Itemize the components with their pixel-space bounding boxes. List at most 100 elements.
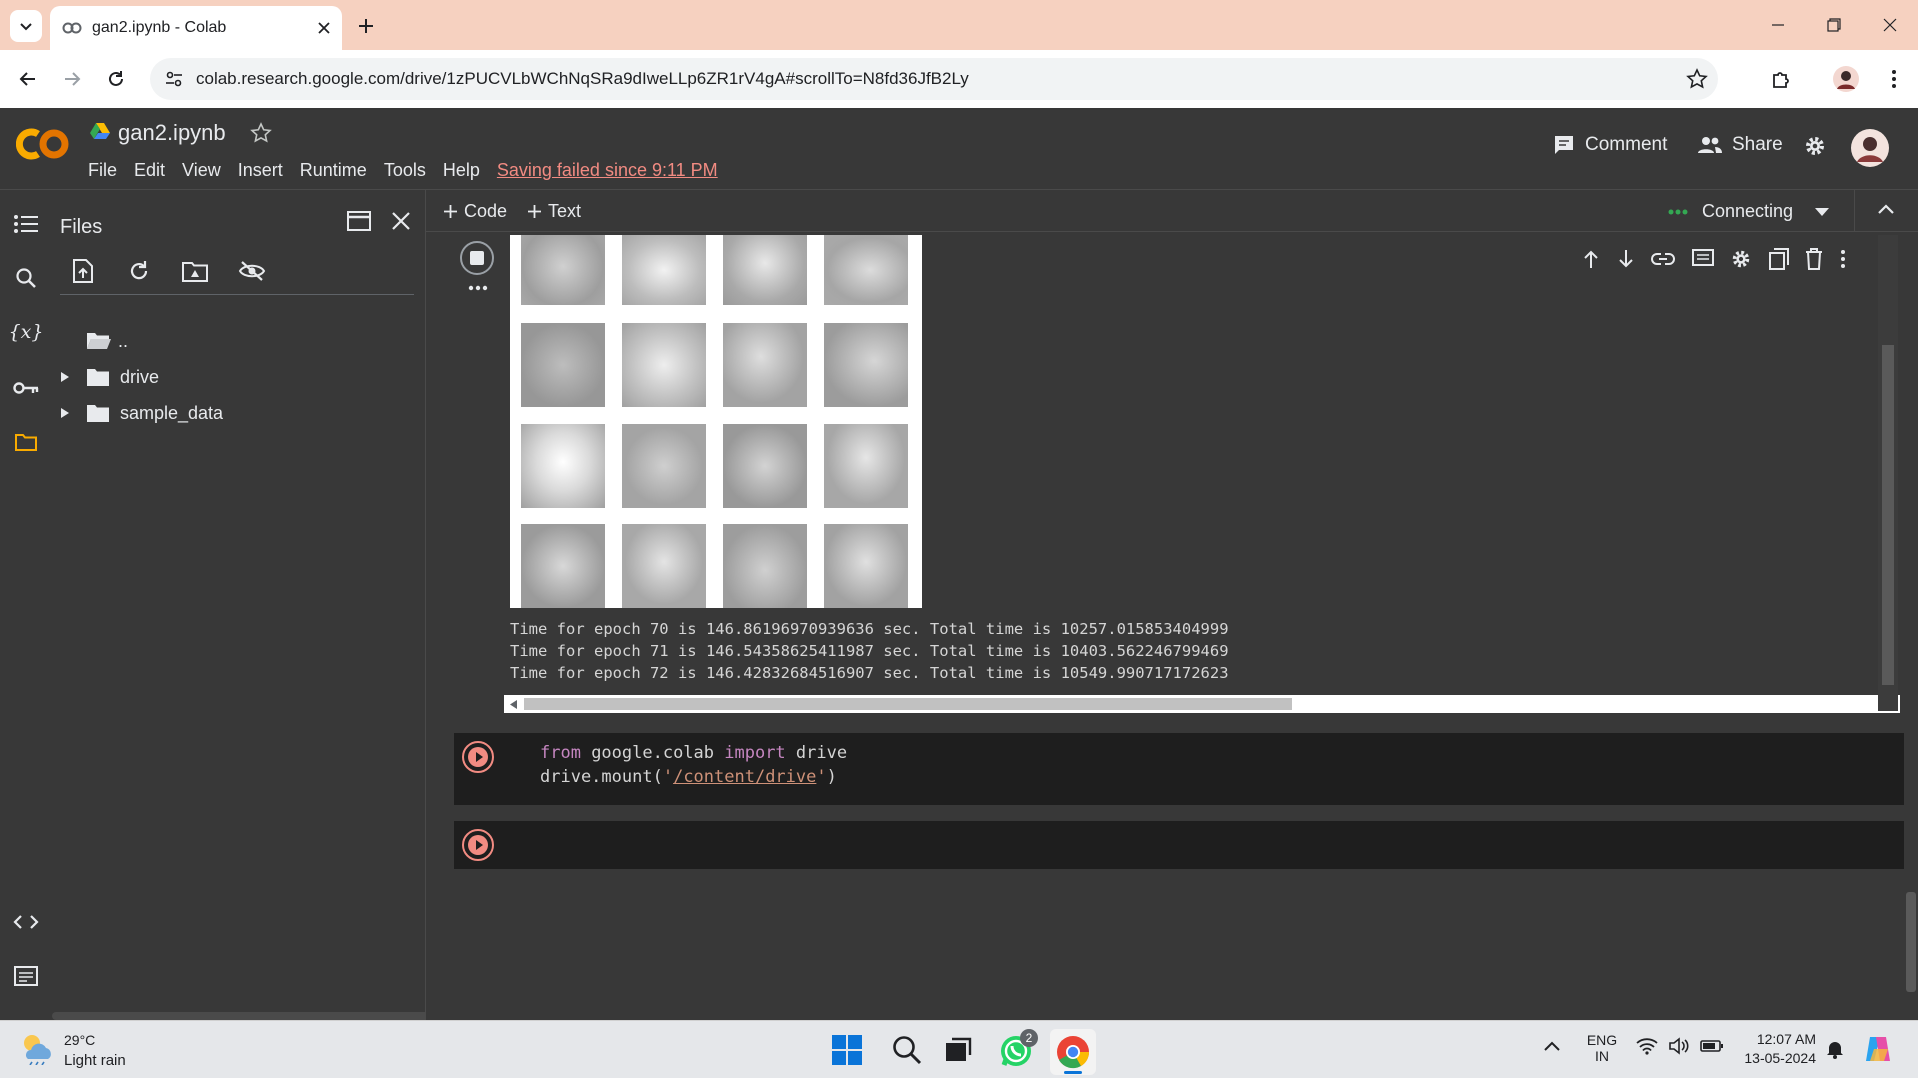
secrets-button[interactable] [10, 372, 42, 404]
open-in-tab-button[interactable] [346, 210, 372, 232]
gear-icon[interactable] [1730, 248, 1752, 270]
star-notebook-icon[interactable] [250, 122, 272, 144]
table-of-contents-button[interactable] [10, 208, 42, 240]
empty-code-cell[interactable] [454, 821, 1904, 869]
output-actions-button[interactable] [468, 285, 488, 291]
clock-time: 12:07 AM [1756, 1031, 1816, 1047]
find-button[interactable] [10, 262, 42, 294]
page-scroll-thumb[interactable] [1906, 892, 1916, 992]
notifications-button[interactable] [1826, 1039, 1844, 1059]
scroll-thumb[interactable] [1882, 345, 1894, 685]
settings-button[interactable] [1803, 134, 1827, 158]
run-cell-button[interactable] [462, 829, 494, 861]
move-up-icon[interactable] [1582, 249, 1600, 269]
taskbar-search-button[interactable] [892, 1035, 922, 1065]
arrow-left-icon [19, 72, 35, 86]
add-code-cell-button[interactable]: Code [444, 201, 507, 222]
code-path-string[interactable]: /content/drive [673, 767, 816, 787]
mount-drive-button[interactable] [182, 260, 208, 282]
menu-edit[interactable]: Edit [134, 160, 165, 181]
whatsapp-app[interactable]: 2 [998, 1029, 1038, 1069]
user-avatar[interactable] [1850, 128, 1890, 168]
copilot-button[interactable] [1862, 1033, 1894, 1065]
reload-button[interactable] [100, 63, 132, 95]
save-status-link[interactable]: Saving failed since 9:11 PM [497, 160, 718, 181]
mirror-cell-icon[interactable] [1768, 248, 1789, 270]
variables-button[interactable]: {x} [9, 316, 44, 348]
file-row-parent[interactable]: .. [86, 324, 128, 358]
generated-image-tile [622, 323, 706, 407]
output-horizontal-scrollbar[interactable] [504, 695, 1900, 713]
puzzle-icon [1773, 72, 1789, 88]
close-files-panel-button[interactable] [392, 212, 410, 230]
run-cell-button[interactable] [462, 741, 494, 773]
stop-execution-button[interactable] [460, 241, 494, 275]
address-bar[interactable]: colab.research.google.com/drive/1zPUCVLb… [150, 58, 1718, 100]
new-tab-button[interactable] [352, 12, 380, 40]
restore-button[interactable] [1806, 0, 1862, 50]
plus-icon [528, 205, 541, 218]
generated-image-tile [521, 524, 605, 608]
move-down-icon[interactable] [1617, 249, 1635, 269]
show-hidden-icons-button[interactable] [1544, 1041, 1560, 1051]
comment-icon[interactable] [1691, 249, 1714, 269]
colab-logo[interactable] [16, 126, 72, 162]
wifi-icon [1636, 1038, 1658, 1055]
files-button[interactable] [10, 426, 42, 458]
bookmark-star-icon[interactable] [1686, 68, 1708, 90]
close-window-button[interactable] [1862, 0, 1918, 50]
share-button[interactable]: Share [1698, 134, 1783, 156]
browser-tab[interactable]: gan2.ipynb - Colab [50, 6, 342, 50]
comment-button[interactable]: Comment [1553, 134, 1667, 156]
file-row-drive[interactable]: drive [60, 360, 159, 394]
runtime-status-button[interactable]: Connecting [1668, 201, 1830, 222]
code-line-1[interactable]: from google.colab import drive [540, 743, 847, 763]
refresh-files-button[interactable] [128, 260, 150, 282]
restore-icon [1827, 18, 1841, 32]
task-view-icon [946, 1037, 972, 1061]
link-icon[interactable] [1651, 252, 1676, 266]
scroll-thumb[interactable] [524, 698, 1292, 710]
add-text-cell-button[interactable]: Text [528, 201, 581, 222]
system-tray[interactable] [1636, 1037, 1724, 1055]
minimize-button[interactable] [1750, 0, 1806, 50]
menu-file[interactable]: File [88, 160, 117, 181]
upload-file-button[interactable] [72, 258, 94, 284]
generated-image-tile [622, 424, 706, 508]
menu-insert[interactable]: Insert [238, 160, 283, 181]
cell-toolbar: Code Text Connecting [426, 190, 1918, 232]
profile-avatar[interactable] [1830, 63, 1862, 95]
start-button[interactable] [832, 1035, 862, 1065]
browser-menu-button[interactable] [1878, 63, 1910, 95]
hide-files-button[interactable] [238, 260, 266, 282]
task-view-button[interactable] [944, 1037, 972, 1063]
file-row-sample-data[interactable]: sample_data [60, 396, 223, 430]
code-line-2[interactable]: drive.mount('/content/drive') [540, 767, 837, 787]
back-button[interactable] [12, 63, 44, 95]
menu-view[interactable]: View [182, 160, 221, 181]
chrome-app[interactable] [1050, 1029, 1096, 1075]
add-code-label: Code [464, 201, 508, 221]
generated-image-tile [824, 323, 908, 407]
weather-icon[interactable] [18, 1031, 54, 1065]
delete-icon[interactable] [1805, 248, 1823, 270]
menu-help[interactable]: Help [443, 160, 480, 181]
site-settings-icon[interactable] [164, 69, 184, 89]
clock[interactable]: 12:07 AM 13-05-2024 [1740, 1031, 1816, 1066]
chevron-down-icon [20, 23, 32, 31]
close-tab-icon[interactable] [318, 22, 330, 34]
more-vert-icon[interactable] [1840, 249, 1846, 269]
extensions-button[interactable] [1765, 63, 1797, 95]
menu-tools[interactable]: Tools [384, 160, 426, 181]
input-language[interactable]: ENG IN [1584, 1032, 1620, 1064]
forward-button[interactable] [56, 63, 88, 95]
command-palette-button[interactable] [10, 960, 42, 992]
notebook-filename[interactable]: gan2.ipynb [118, 120, 226, 146]
menu-runtime[interactable]: Runtime [300, 160, 367, 181]
play-icon [468, 835, 488, 855]
collapse-header-button[interactable] [1878, 204, 1894, 214]
tab-search-button[interactable] [10, 10, 42, 42]
code-cell-drive-mount[interactable]: from google.colab import drive drive.mou… [454, 733, 1904, 805]
output-vertical-scrollbar[interactable] [1878, 235, 1898, 711]
code-snippets-button[interactable] [10, 906, 42, 938]
